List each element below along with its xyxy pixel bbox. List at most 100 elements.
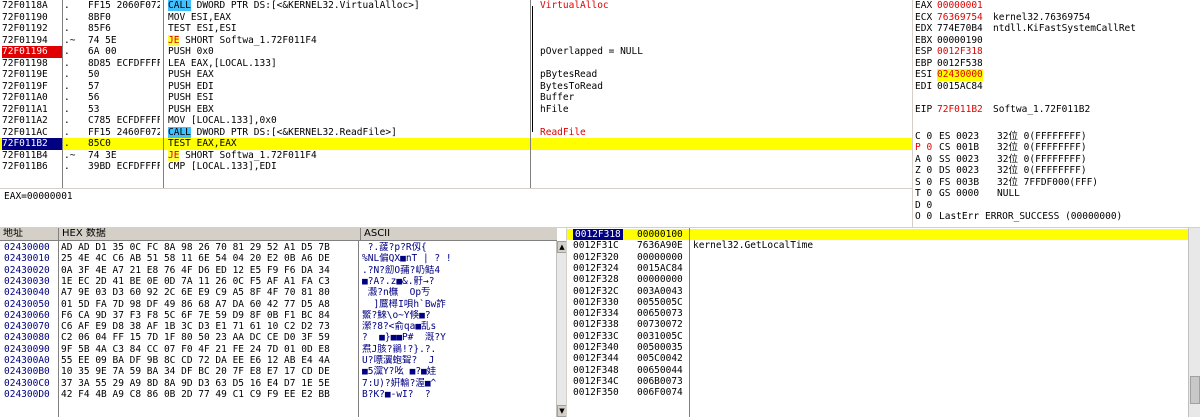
register-value[interactable]: 72F011B2 xyxy=(937,104,983,116)
dump-hex[interactable]: 0A 3F 4E A7 21 E8 76 4F D6 ED 12 E5 F9 F… xyxy=(61,265,357,276)
dump-address[interactable]: 02430030 xyxy=(4,276,50,287)
dump-ascii[interactable]: ?.蘐?p?R仭{ xyxy=(362,242,554,253)
stack-row[interactable]: 0012F33C 0031005C xyxy=(567,331,1200,342)
disassembly-pane[interactable]: 72F0118A. FF15 2060F072 CALL DWORD PTR DS:… xyxy=(0,0,912,188)
address-cell[interactable]: 72F011A2 xyxy=(2,115,62,127)
column-header-address[interactable]: 地址 xyxy=(0,228,59,241)
dump-address[interactable]: 02430010 xyxy=(4,253,50,264)
dump-scrollbar[interactable]: ▲ ▼ xyxy=(556,241,566,417)
stack-pane[interactable]: 0012F318 00000100 0012F31C 7636A90E kernel32… xyxy=(567,228,1200,417)
stack-row[interactable]: 0012F330 0055005C xyxy=(567,297,1200,308)
dump-ascii[interactable]: ■?A?.z■&.骬→? xyxy=(362,276,554,287)
dump-ascii[interactable]: 瀠?8?<俞qa■乱s xyxy=(362,321,554,332)
dump-row[interactable]: 02430050 01 5D FA 7D 98 DF 49 86 68 A7 DA… xyxy=(0,299,556,310)
dump-ascii[interactable]: %NL偏QX■nT | ? ! xyxy=(362,253,554,264)
disasm-row[interactable]: 72F011A2. C785 ECFDFFFF MOV [LOCAL.133],0x… xyxy=(0,115,912,127)
dump-address[interactable]: 024300B0 xyxy=(4,366,50,377)
stack-value[interactable]: 00000100 xyxy=(637,229,683,240)
stack-row[interactable]: 0012F340 00500035 xyxy=(567,342,1200,353)
disasm-row[interactable]: 72F011B4 .~ 74 3E JE SHORT Softwa_1.72F011F… xyxy=(0,149,912,162)
address-cell[interactable]: 72F011B4 xyxy=(2,150,62,162)
stack-row[interactable]: 0012F32C 003A0043 xyxy=(567,286,1200,297)
disasm-row[interactable]: 72F011AC. FF15 2460F072 CALL DWORD PTR DS:… xyxy=(0,126,912,139)
dump-address[interactable]: 02430020 xyxy=(4,265,50,276)
dump-address[interactable]: 02430080 xyxy=(4,332,50,343)
register-value[interactable]: FS 003B xyxy=(939,177,979,189)
address-cell[interactable]: 72F0118A xyxy=(2,0,62,12)
dump-address[interactable]: 02430060 xyxy=(4,310,50,321)
dump-ascii[interactable]: U?嘌瀷蚫聟? J xyxy=(362,355,554,366)
scroll-down-arrow-icon[interactable]: ▼ xyxy=(557,405,566,417)
stack-value[interactable]: 005C0042 xyxy=(637,353,683,364)
register-value[interactable]: 0012F538 xyxy=(937,58,983,70)
dump-hex[interactable]: AD AD D1 35 0C FC 8A 98 26 70 81 29 52 A… xyxy=(61,242,357,253)
scroll-up-arrow-icon[interactable]: ▲ xyxy=(557,241,566,253)
dump-ascii[interactable]: B?K?■-wI? ? xyxy=(362,389,554,400)
stack-address[interactable]: 0012F338 xyxy=(573,319,619,330)
disasm-row[interactable]: 72F01194 .~ 74 5E JE SHORT Softwa_1.72F011F… xyxy=(0,34,912,47)
dump-hex[interactable]: 42 F4 4B A9 C8 86 0B 2D 77 49 C1 C9 F9 E… xyxy=(61,389,357,400)
stack-row[interactable]: 0012F350 006F0074 xyxy=(567,387,1200,398)
stack-value[interactable]: 003A0043 xyxy=(637,286,683,297)
register-value[interactable]: GS 0000 xyxy=(939,188,979,200)
dump-row[interactable]: 02430070 C6 AF E9 D8 38 AF 1B 3C D3 E1 71… xyxy=(0,321,556,332)
dump-address[interactable]: 024300A0 xyxy=(4,355,50,366)
stack-value[interactable]: 006F0074 xyxy=(637,387,683,398)
address-cell[interactable]: 72F01190 xyxy=(2,12,62,24)
stack-address[interactable]: 0012F32C xyxy=(573,286,619,297)
dump-address[interactable]: 02430070 xyxy=(4,321,50,332)
dump-row[interactable]: 02430030 1E EC 2D 41 BE 0E 0D 7A 11 26 0C… xyxy=(0,276,556,287)
stack-address[interactable]: 0012F318 xyxy=(573,229,623,241)
stack-address[interactable]: 0012F340 xyxy=(573,342,619,353)
stack-address[interactable]: 0012F350 xyxy=(573,387,619,398)
dump-hex[interactable]: C6 AF E9 D8 38 AF 1B 3C D3 E1 71 61 10 C… xyxy=(61,321,357,332)
dump-ascii[interactable]: ■5灙Y?吆 ■?■娃 xyxy=(362,366,554,377)
stack-value[interactable]: 00000000 xyxy=(637,274,683,285)
register-value[interactable]: 774E70B4 xyxy=(937,23,983,35)
register-value[interactable]: 0012F318 xyxy=(937,46,983,58)
dump-row[interactable]: 024300D0 42 F4 4B A9 C8 86 0B 2D 77 49 C1… xyxy=(0,389,556,400)
dump-ascii[interactable]: 7:U)?姸輸?渥■^ xyxy=(362,378,554,389)
stack-row[interactable]: 0012F324 0015AC84 xyxy=(567,263,1200,274)
stack-scroll-thumb[interactable] xyxy=(1190,376,1200,404)
address-cell[interactable]: 72F011B6 xyxy=(2,161,62,173)
dump-address[interactable]: 02430000 xyxy=(4,242,50,253)
disasm-row[interactable]: 72F011B2. 85C0 TEST EAX,EAX xyxy=(0,138,912,150)
stack-row[interactable]: 0012F318 00000100 xyxy=(567,229,1200,241)
register-value[interactable]: CS 001B xyxy=(939,142,979,154)
dump-row[interactable]: 024300A0 55 EE 09 BA DF 9B 8C CD 72 DA EE… xyxy=(0,355,556,366)
stack-value[interactable]: 00650044 xyxy=(637,365,683,376)
stack-row[interactable]: 0012F348 00650044 xyxy=(567,365,1200,376)
address-cell[interactable]: 72F01196 xyxy=(2,46,62,58)
stack-value[interactable]: 006B0073 xyxy=(637,376,683,387)
column-header-hex[interactable]: HEX 数据 xyxy=(58,228,360,241)
stack-row[interactable]: 0012F338 00730072 xyxy=(567,319,1200,330)
register-value[interactable]: DS 0023 xyxy=(939,165,979,177)
dump-address[interactable]: 024300D0 xyxy=(4,389,50,400)
register-value[interactable]: 0015AC84 xyxy=(937,81,983,93)
dump-hex[interactable]: C2 06 04 FF 15 7D 1F 80 50 23 AA DC CE D… xyxy=(61,332,357,343)
register-value[interactable]: 76369754 xyxy=(937,12,983,24)
dump-hex[interactable]: 9F 5B 4A C3 84 CC 07 F0 4F 21 FE 24 7D 0… xyxy=(61,344,357,355)
disasm-row[interactable]: 72F0118A. FF15 2060F072 CALL DWORD PTR DS:… xyxy=(0,0,912,12)
register-value[interactable]: SS 0023 xyxy=(939,154,979,166)
register-value[interactable]: 02430000 xyxy=(937,69,983,81)
register-value[interactable]: LastErr xyxy=(939,211,979,223)
dump-hex[interactable]: F6 CA 9D 37 F3 F8 5C 6F 7E 59 D9 8F 0B F… xyxy=(61,310,357,321)
dump-address[interactable]: 02430040 xyxy=(4,287,50,298)
stack-scrollbar[interactable] xyxy=(1188,228,1200,417)
dump-ascii[interactable]: ? ■}■■P# 漑?Y xyxy=(362,332,554,343)
dump-address[interactable]: 02430090 xyxy=(4,344,50,355)
stack-address[interactable]: 0012F348 xyxy=(573,365,619,376)
stack-address[interactable]: 0012F334 xyxy=(573,308,619,319)
stack-address[interactable]: 0012F31C xyxy=(573,240,619,251)
dump-hex[interactable]: 01 5D FA 7D 98 DF 49 86 68 A7 DA 60 42 7… xyxy=(61,299,357,310)
stack-address[interactable]: 0012F324 xyxy=(573,263,619,274)
stack-address[interactable]: 0012F320 xyxy=(573,252,619,263)
stack-row[interactable]: 0012F31C 7636A90E kernel32.GetLocalTime xyxy=(567,240,1200,251)
column-header-ascii[interactable]: ASCII xyxy=(360,228,557,241)
address-cell[interactable]: 72F011B2 xyxy=(2,138,62,150)
disasm-row[interactable]: 72F01190. 8BF0 MOV ESI,EAX xyxy=(0,12,912,24)
dump-row[interactable]: 024300B0 10 35 9E 7A 59 BA 34 DF BC 20 7F… xyxy=(0,366,556,377)
stack-row[interactable]: 0012F328 00000000 xyxy=(567,274,1200,285)
